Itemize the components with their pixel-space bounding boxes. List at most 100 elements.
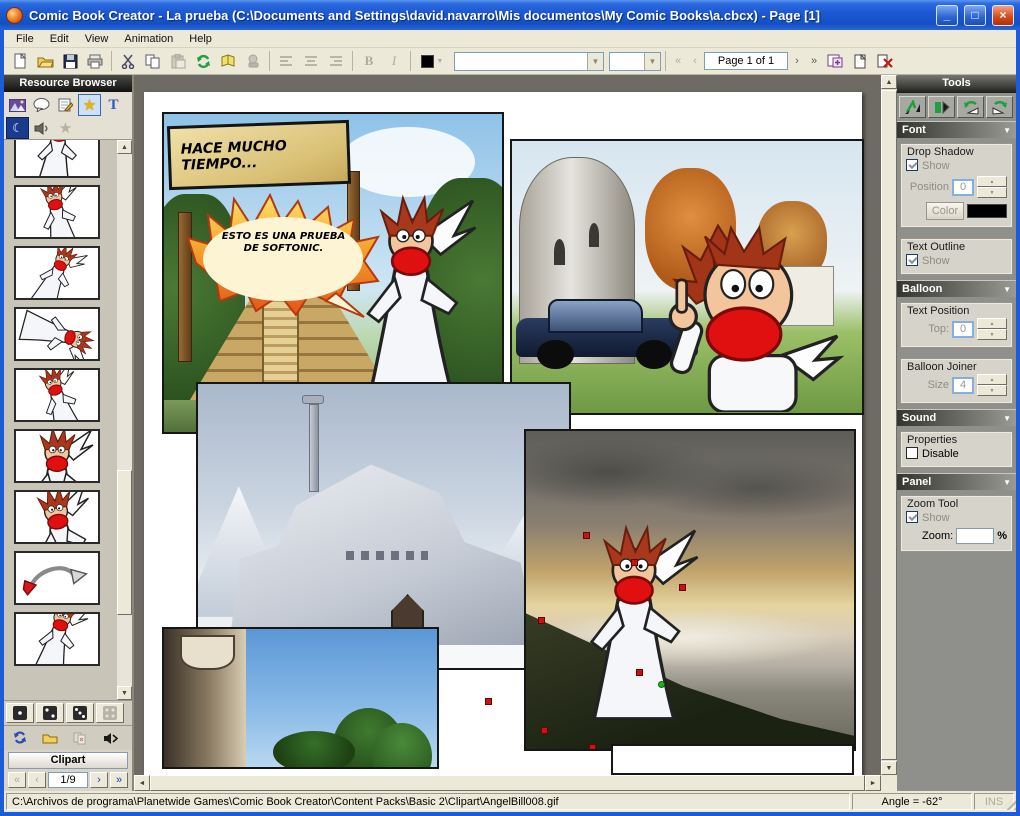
- dice-button-2[interactable]: [36, 703, 64, 723]
- selection-handle[interactable]: [631, 559, 638, 566]
- selection-handle[interactable]: [541, 727, 548, 734]
- copy-button[interactable]: [141, 50, 165, 72]
- scroll-up-button[interactable]: ▲: [117, 140, 132, 154]
- flip-vertical-button[interactable]: [928, 96, 955, 118]
- prev-page-button[interactable]: ‹: [687, 52, 703, 70]
- selection-handle[interactable]: [636, 669, 643, 676]
- clipart-scrollbar[interactable]: ▲ ▼: [117, 140, 132, 700]
- menu-view[interactable]: View: [77, 32, 117, 46]
- caption-box[interactable]: HACE MUCHO TIEMPO...: [166, 119, 352, 191]
- open-button[interactable]: [33, 50, 57, 72]
- clipart-thumbnail-1[interactable]: [14, 140, 100, 178]
- dice-button-4[interactable]: [96, 703, 124, 723]
- scrollbar-thumb[interactable]: [117, 470, 132, 615]
- panel-empty-bottom[interactable]: [611, 744, 854, 775]
- tab-effects[interactable]: ★: [54, 117, 77, 139]
- cut-button[interactable]: [116, 50, 140, 72]
- panel-palm-building[interactable]: [162, 627, 439, 769]
- font-size-drop-icon[interactable]: ▼: [644, 52, 660, 70]
- selection-handle[interactable]: [679, 584, 686, 591]
- rotation-handle[interactable]: [658, 681, 665, 688]
- clipart-thumbnail-2[interactable]: [14, 185, 100, 239]
- zoom-show-checkbox[interactable]: [906, 511, 918, 523]
- close-button[interactable]: ×: [992, 4, 1014, 26]
- menu-file[interactable]: File: [8, 32, 42, 46]
- maximize-button[interactable]: □: [964, 4, 986, 26]
- clipart-category-button[interactable]: Clipart: [8, 752, 128, 769]
- scroll-down-button[interactable]: ▼: [117, 686, 132, 700]
- tab-clipart[interactable]: ★: [78, 94, 101, 116]
- clipart-thumbnail-7[interactable]: [14, 490, 100, 544]
- save-button[interactable]: [58, 50, 82, 72]
- top-value[interactable]: 0: [952, 320, 974, 338]
- tab-pictures[interactable]: [6, 94, 29, 116]
- canvas-scroll-up[interactable]: ▲: [881, 75, 897, 89]
- title-bar[interactable]: Comic Book Creator - La prueba (C:\Docum…: [0, 0, 1020, 30]
- italic-button[interactable]: I: [382, 50, 406, 72]
- rotate-right-button[interactable]: [986, 96, 1013, 118]
- bold-button[interactable]: B: [357, 50, 381, 72]
- flame-balloon[interactable]: ESTO ES UNA PRUEBA DE SOFTONIC.: [186, 192, 381, 318]
- clipart-first-button[interactable]: «: [8, 772, 26, 788]
- new-page-button[interactable]: [848, 50, 872, 72]
- clipart-thumbnail-8[interactable]: [14, 551, 100, 605]
- dice-button-1[interactable]: [6, 703, 34, 723]
- selection-handle[interactable]: [583, 532, 590, 539]
- shadow-color-swatch[interactable]: [967, 204, 1007, 218]
- font-size-select[interactable]: ▼: [609, 51, 661, 71]
- angel-character-selected[interactable]: [565, 520, 703, 732]
- selection-handle[interactable]: [589, 744, 596, 749]
- size-value[interactable]: 4: [952, 376, 974, 394]
- refresh-button[interactable]: [191, 50, 215, 72]
- menu-edit[interactable]: Edit: [42, 32, 77, 46]
- sound-preview-button[interactable]: [96, 728, 124, 748]
- clipart-thumbnail-4[interactable]: [14, 307, 100, 361]
- spin-down-icon[interactable]: ▼: [977, 187, 1007, 198]
- tab-sounds[interactable]: [30, 117, 53, 139]
- spin-up-icon[interactable]: ▲: [977, 176, 1007, 187]
- canvas-scroll-left[interactable]: ◄: [134, 775, 150, 791]
- panel-sunset[interactable]: [524, 429, 856, 751]
- print-button[interactable]: [83, 50, 107, 72]
- tab-backgrounds[interactable]: ☾: [6, 117, 29, 139]
- align-right-button[interactable]: [324, 50, 348, 72]
- spin-up-icon[interactable]: ▲: [977, 374, 1007, 385]
- flip-horizontal-button[interactable]: [899, 96, 926, 118]
- dice-button-3[interactable]: [66, 703, 94, 723]
- add-page-button[interactable]: [823, 50, 847, 72]
- sound-section-header[interactable]: Sound ▼: [897, 409, 1016, 426]
- position-spinner[interactable]: ▲ ▼: [977, 176, 1007, 198]
- open-folder-button[interactable]: [36, 728, 64, 748]
- shadow-color-button[interactable]: Color: [926, 202, 964, 220]
- delete-page-button[interactable]: [873, 50, 897, 72]
- font-section-header[interactable]: Font ▼: [897, 121, 1016, 138]
- refresh-clipart-button[interactable]: [6, 728, 34, 748]
- menu-help[interactable]: Help: [181, 32, 220, 46]
- position-value[interactable]: 0: [952, 178, 974, 196]
- canvas-hscroll-thumb[interactable]: [150, 775, 865, 791]
- tab-notes[interactable]: [54, 94, 77, 116]
- clipart-next-button[interactable]: ›: [90, 772, 108, 788]
- menu-animation[interactable]: Animation: [116, 32, 181, 46]
- spin-down-icon[interactable]: ▼: [977, 329, 1007, 340]
- clipart-prev-button[interactable]: ‹: [28, 772, 46, 788]
- text-color-button[interactable]: ▼: [415, 50, 449, 72]
- canvas-vscroll-thumb[interactable]: [881, 90, 897, 760]
- text-outline-show-checkbox[interactable]: [906, 254, 918, 266]
- zoom-input[interactable]: [956, 528, 995, 544]
- selection-handle[interactable]: [485, 698, 492, 705]
- font-family-drop-icon[interactable]: ▼: [587, 52, 603, 70]
- copy-clipart-button[interactable]: [66, 728, 94, 748]
- devil-character[interactable]: [653, 217, 848, 413]
- spin-up-icon[interactable]: ▲: [977, 318, 1007, 329]
- disable-sound-checkbox[interactable]: [906, 447, 918, 459]
- clipart-thumbnail-6[interactable]: [14, 429, 100, 483]
- clipart-thumbnail-9[interactable]: [14, 612, 100, 666]
- paste-button[interactable]: [166, 50, 190, 72]
- selection-handle[interactable]: [538, 617, 545, 624]
- minimize-button[interactable]: _: [936, 4, 958, 26]
- panel-section-header[interactable]: Panel ▼: [897, 473, 1016, 490]
- canvas-vertical-scrollbar[interactable]: ▲ ▼: [881, 75, 897, 775]
- canvas-horizontal-scrollbar[interactable]: ◄ ►: [134, 775, 881, 791]
- tab-text[interactable]: T: [102, 94, 125, 116]
